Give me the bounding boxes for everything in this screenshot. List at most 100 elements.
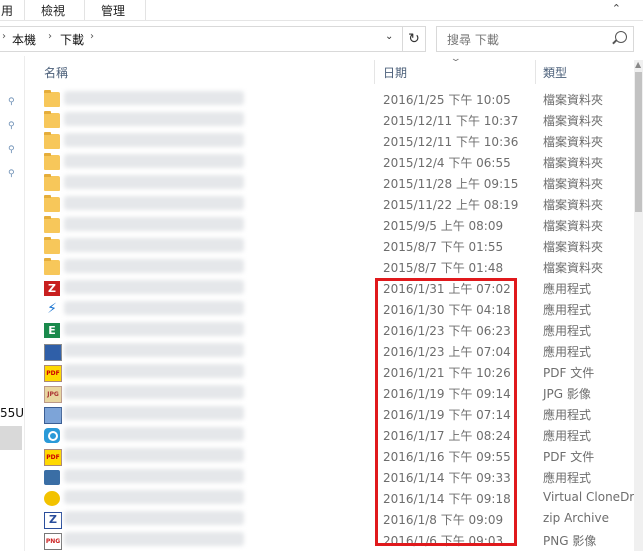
search-box[interactable] xyxy=(436,26,634,52)
file-type: 檔案資料夾 xyxy=(543,240,604,254)
chevron-down-icon[interactable]: ⌄ xyxy=(385,31,393,42)
file-type: Virtual CloneDrive xyxy=(543,490,643,504)
file-name-redacted[interactable] xyxy=(64,343,244,357)
file-name-redacted[interactable] xyxy=(64,406,244,420)
file-row[interactable]: 2016/1/17 上午 08:24 應用程式 xyxy=(24,425,634,446)
file-name-redacted[interactable] xyxy=(64,448,244,462)
file-row[interactable]: 2015/9/5 上午 08:09 檔案資料夾 xyxy=(24,215,634,236)
pin-icon[interactable]: ⚲ xyxy=(8,170,16,179)
file-row[interactable]: PDF 2016/1/16 下午 09:55 PDF 文件 xyxy=(24,446,634,467)
pdf-icon: PDF xyxy=(44,449,62,466)
file-type: 檔案資料夾 xyxy=(543,156,604,170)
column-divider[interactable] xyxy=(374,60,375,84)
file-row[interactable]: JPG 2016/1/19 下午 09:14 JPG 影像 xyxy=(24,383,634,404)
pin-icon[interactable]: ⚲ xyxy=(8,98,16,107)
file-name-redacted[interactable] xyxy=(64,469,244,483)
column-divider[interactable] xyxy=(535,60,536,84)
jpg-icon: JPG xyxy=(44,386,62,403)
file-type: zip Archive xyxy=(543,511,609,525)
breadcrumb-downloads[interactable]: 下載 xyxy=(60,31,84,48)
file-name-redacted[interactable] xyxy=(64,322,244,336)
file-name-redacted[interactable] xyxy=(64,112,244,126)
bolt-icon: ⚡ xyxy=(47,301,57,317)
search-input[interactable] xyxy=(445,30,609,50)
file-row[interactable]: 2015/12/4 下午 06:55 檔案資料夾 xyxy=(24,152,634,173)
address-bar[interactable]: › 本機 › 下載 › ⌄ xyxy=(0,26,403,52)
pin-icon[interactable]: ⚲ xyxy=(8,122,16,131)
file-name-redacted[interactable] xyxy=(64,133,244,147)
file-row[interactable]: Z 2016/1/31 上午 07:02 應用程式 xyxy=(24,278,634,299)
file-row[interactable]: 2015/12/11 下午 10:36 檔案資料夾 xyxy=(24,131,634,152)
nav-selected-item[interactable] xyxy=(0,426,22,450)
file-name-redacted[interactable] xyxy=(64,490,244,504)
file-name-redacted[interactable] xyxy=(64,364,244,378)
file-name-redacted[interactable] xyxy=(64,175,244,189)
chevron-up-icon[interactable]: ⌃ xyxy=(612,2,621,15)
file-name-redacted[interactable] xyxy=(64,259,244,273)
folder-icon xyxy=(44,132,60,149)
file-type: PDF 文件 xyxy=(543,450,595,464)
scrollbar-thumb[interactable] xyxy=(635,72,642,212)
file-row[interactable]: 2015/12/11 下午 10:37 檔案資料夾 xyxy=(24,110,634,131)
file-row[interactable]: 2016/1/25 下午 10:05 檔案資料夾 xyxy=(24,89,634,110)
file-type: 應用程式 xyxy=(543,324,592,338)
sort-descending-icon: ⌄ xyxy=(449,54,462,64)
file-list: 2016/1/25 下午 10:05 檔案資料夾 2015/12/11 下午 10:… xyxy=(24,89,643,551)
tab-view[interactable]: 檢視 xyxy=(41,2,65,19)
navigation-pane: ⚲ ⚲ ⚲ ⚲ 55U xyxy=(0,56,25,551)
tab-manage[interactable]: 管理 xyxy=(101,2,125,19)
file-row[interactable]: 2016/1/23 上午 07:04 應用程式 xyxy=(24,341,634,362)
file-name-redacted[interactable] xyxy=(64,301,244,315)
chevron-right-icon[interactable]: › xyxy=(48,31,52,42)
file-row[interactable]: 2016/1/19 下午 07:14 應用程式 xyxy=(24,404,634,425)
file-type: 檔案資料夾 xyxy=(543,114,604,128)
file-name-redacted[interactable] xyxy=(64,196,244,210)
ribbon: 用 檢視 管理 ⌃ xyxy=(0,0,643,21)
file-name-redacted[interactable] xyxy=(64,217,244,231)
file-row[interactable]: E 2016/1/23 下午 06:23 應用程式 xyxy=(24,320,634,341)
column-header-row: 名稱 ⌄ 日期 類型 xyxy=(24,54,634,84)
file-row[interactable]: PDF 2016/1/21 下午 10:26 PDF 文件 xyxy=(24,362,634,383)
file-name-redacted[interactable] xyxy=(64,427,244,441)
file-type: JPG 影像 xyxy=(543,387,591,401)
refresh-button[interactable]: ↻ xyxy=(403,26,426,52)
file-name-redacted[interactable] xyxy=(64,532,244,546)
ribbon-divider xyxy=(84,0,85,20)
file-row[interactable]: 2015/11/22 上午 08:19 檔案資料夾 xyxy=(24,194,634,215)
scroll-up-icon[interactable]: ▲ xyxy=(635,60,641,69)
file-row[interactable]: 2016/1/14 下午 09:18 Virtual CloneDrive xyxy=(24,488,643,509)
file-name-redacted[interactable] xyxy=(64,238,244,252)
file-date: 2015/12/11 下午 10:36 xyxy=(383,135,519,149)
pin-icon[interactable]: ⚲ xyxy=(8,146,16,155)
file-row[interactable]: PNG 2016/1/6 下午 09:03 PNG 影像 xyxy=(24,530,634,551)
chevron-right-icon[interactable]: › xyxy=(90,31,94,42)
folder-icon xyxy=(44,258,60,275)
nav-item-label[interactable]: 55U xyxy=(0,406,24,420)
file-row[interactable]: Z 2016/1/8 下午 09:09 zip Archive xyxy=(24,509,634,530)
file-type: 檔案資料夾 xyxy=(543,93,604,107)
column-header-name[interactable]: 名稱 xyxy=(44,64,68,81)
file-name-redacted[interactable] xyxy=(64,91,244,105)
file-type: PDF 文件 xyxy=(543,366,595,380)
column-header-type[interactable]: 類型 xyxy=(543,64,567,81)
breadcrumb-this-pc[interactable]: 本機 xyxy=(12,31,36,48)
file-row[interactable]: 2015/8/7 下午 01:55 檔案資料夾 xyxy=(24,236,634,257)
file-name-redacted[interactable] xyxy=(64,280,244,294)
file-row[interactable]: 2016/1/14 下午 09:33 應用程式 xyxy=(24,467,634,488)
address-row: › 本機 › 下載 › ⌄ ↻ xyxy=(0,26,643,52)
tab-share[interactable]: 用 xyxy=(1,2,13,19)
file-row[interactable]: 2015/8/7 下午 01:48 檔案資料夾 xyxy=(24,257,634,278)
file-row[interactable]: ⚡ 2016/1/30 下午 04:18 應用程式 xyxy=(24,299,634,320)
column-header-date[interactable]: 日期 xyxy=(383,64,407,81)
vertical-scrollbar[interactable]: ▲ xyxy=(634,60,643,551)
file-type: PNG 影像 xyxy=(543,534,597,548)
zip-icon: Z xyxy=(44,512,62,529)
search-icon[interactable] xyxy=(615,31,627,43)
file-name-redacted[interactable] xyxy=(64,511,244,525)
chevron-right-icon: › xyxy=(2,31,6,42)
file-type: 應用程式 xyxy=(543,408,592,422)
file-row[interactable]: 2015/11/28 上午 09:15 檔案資料夾 xyxy=(24,173,634,194)
file-name-redacted[interactable] xyxy=(64,385,244,399)
file-name-redacted[interactable] xyxy=(64,154,244,168)
folder-icon xyxy=(44,90,60,107)
